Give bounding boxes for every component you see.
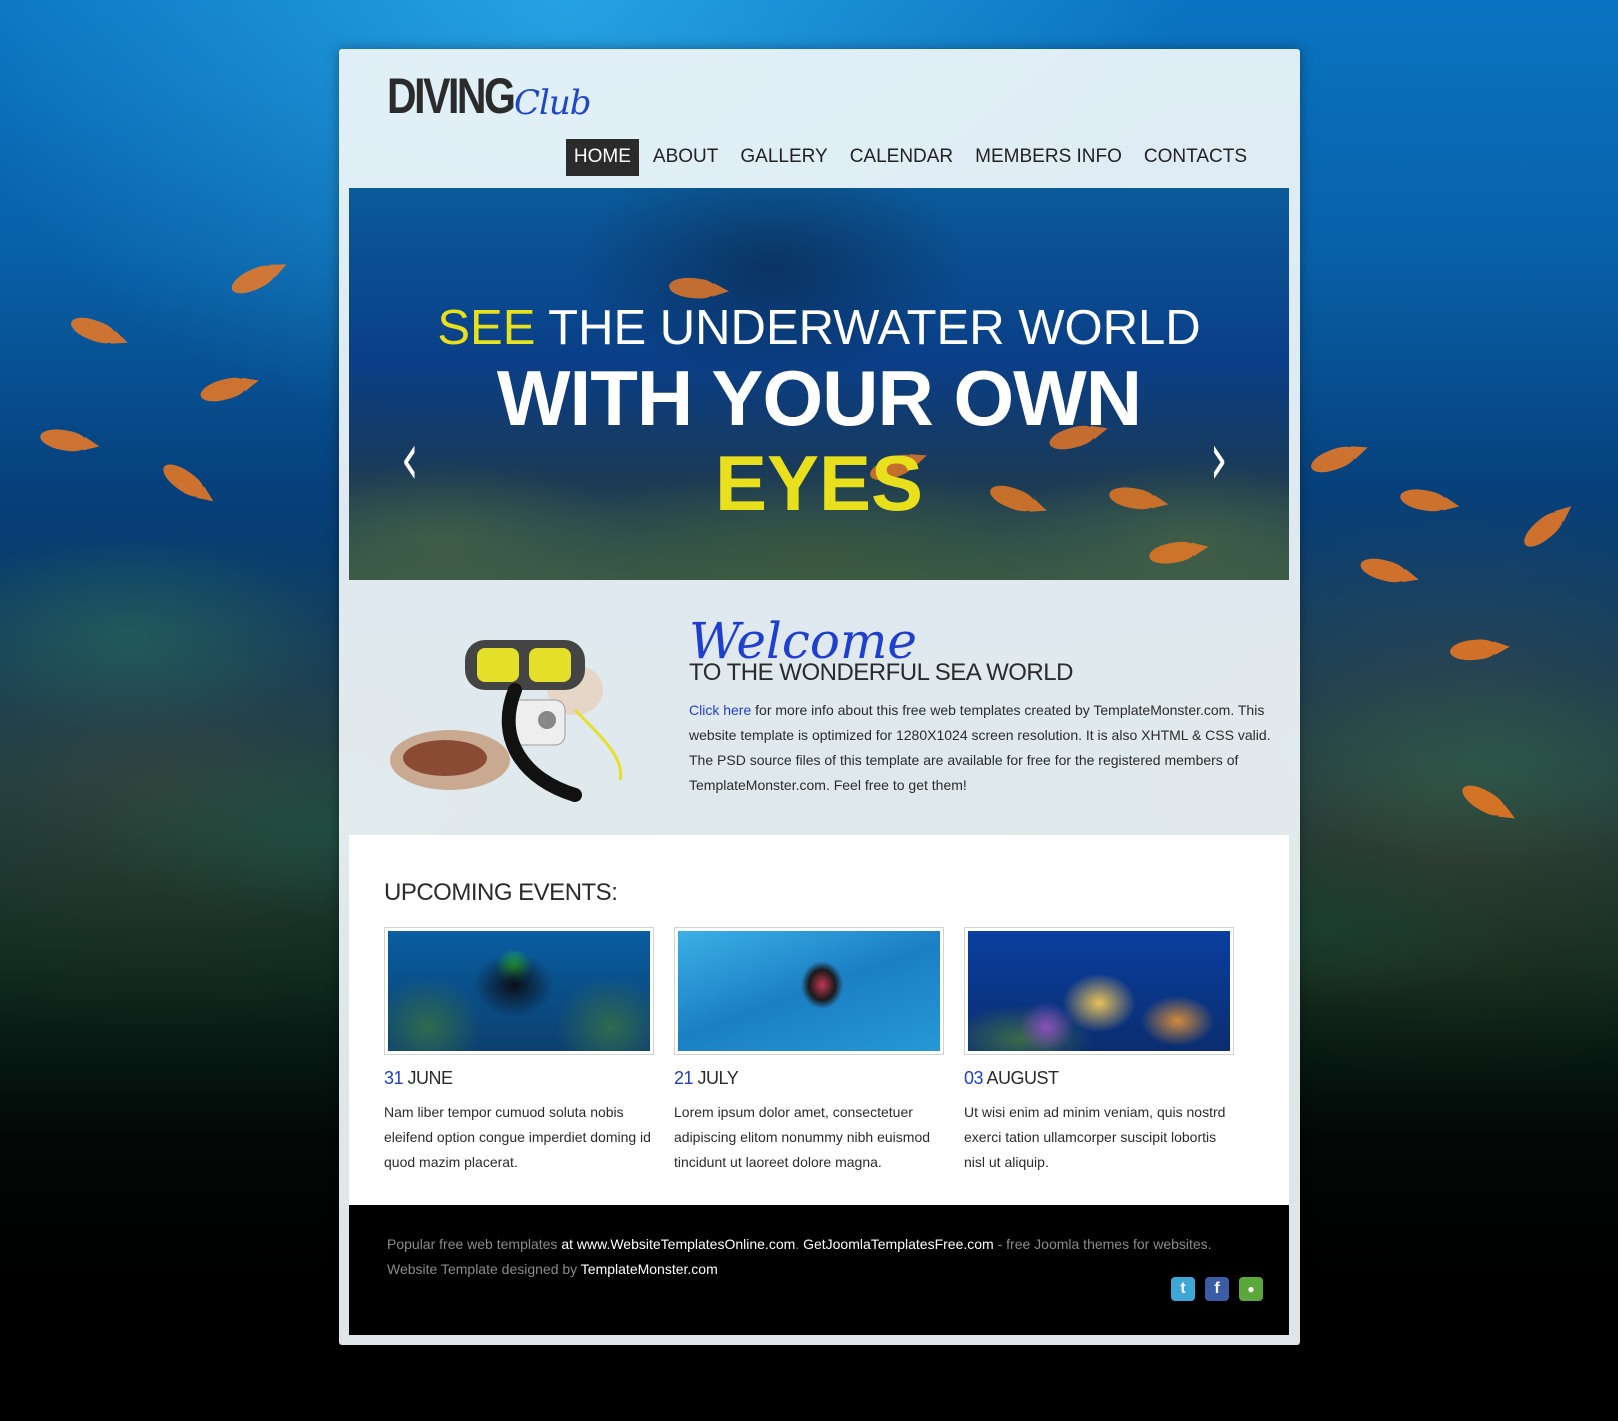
welcome-subtitle: TO THE WONDERFUL SEA WORLD [689, 659, 1073, 686]
event-card: 03 AUGUST Ut wisi enim ad minim veniam, … [964, 927, 1234, 1175]
event-day: 31 [384, 1068, 404, 1088]
logo-script-text: Club [514, 83, 592, 123]
footer: Popular free web templates at www.Websit… [349, 1205, 1289, 1335]
event-date: 31 JUNE [384, 1068, 654, 1089]
hero-headline-line3: EYES [714, 439, 924, 527]
hero-headline-line2: WITH YOUR OWN [496, 354, 1142, 442]
event-month: JUNE [403, 1068, 454, 1088]
hero-fish [1147, 539, 1197, 567]
welcome-text: Click here for more info about this free… [689, 698, 1279, 798]
site-logo[interactable]: DIVING Club [387, 67, 592, 127]
footer-joomla-text: - free Joomla themes for websites. [993, 1236, 1212, 1252]
event-photo-diver [388, 931, 650, 1051]
feed-icon[interactable]: ● [1239, 1277, 1263, 1301]
slider-prev-icon[interactable]: ‹ [401, 416, 419, 502]
event-card: 31 JUNE Nam liber tempor cumuod soluta n… [384, 927, 654, 1175]
event-date: 03 AUGUST [964, 1068, 1234, 1089]
hero-slider: SEE THE UNDERWATER WORLD WITH YOUR OWN E… [349, 188, 1289, 580]
event-month: AUGUST [983, 1068, 1060, 1088]
event-day: 21 [674, 1068, 694, 1088]
nav-home[interactable]: HOME [565, 139, 639, 176]
event-image[interactable] [384, 927, 654, 1055]
footer-link-templatemonster[interactable]: TemplateMonster.com [581, 1261, 718, 1277]
event-card: 21 JULY Lorem ipsum dolor amet, consecte… [674, 927, 944, 1175]
twitter-icon[interactable]: t [1171, 1277, 1195, 1301]
nav-calendar[interactable]: CALENDAR [842, 139, 961, 176]
event-date: 21 JULY [674, 1068, 944, 1089]
background-fish [67, 312, 119, 348]
logo-main-text: DIVING [387, 68, 516, 124]
footer-designed-by: Website Template designed by [387, 1261, 581, 1277]
event-description: Nam liber tempor cumuod soluta nobis ele… [384, 1104, 651, 1170]
hero-fish [668, 276, 716, 300]
click-here-link[interactable]: Click here [689, 702, 751, 718]
hero-highlight-see: SEE [437, 301, 536, 355]
diving-gear-image [390, 640, 623, 802]
upcoming-events-section: UPCOMING EVENTS: 31 JUNE Nam liber tempo… [349, 835, 1289, 1207]
event-description: Ut wisi enim ad minim veniam, quis nostr… [964, 1104, 1226, 1170]
nav-gallery[interactable]: GALLERY [732, 139, 835, 176]
event-day: 03 [964, 1068, 984, 1088]
facebook-icon[interactable]: f [1205, 1277, 1229, 1301]
social-links: t f ● [1171, 1277, 1263, 1301]
event-image[interactable] [964, 927, 1234, 1055]
footer-popular: Popular free web templates [387, 1236, 558, 1252]
nav-about[interactable]: ABOUT [645, 139, 726, 176]
footer-separator: . [795, 1236, 804, 1252]
nav-contacts[interactable]: CONTACTS [1136, 139, 1255, 176]
event-photo-swimmer [678, 931, 940, 1051]
event-image[interactable] [674, 927, 944, 1055]
footer-link-getjoomla[interactable]: GetJoomlaTemplatesFree.com [803, 1236, 994, 1252]
slider-next-icon[interactable]: › [1210, 416, 1228, 502]
events-title: UPCOMING EVENTS: [384, 879, 618, 906]
page-container: DIVING Club HOME ABOUT GALLERY CALENDAR … [339, 49, 1300, 1345]
background-fish [227, 261, 279, 299]
nav-members-info[interactable]: MEMBERS INFO [967, 139, 1130, 176]
hero-headline-rest: THE UNDERWATER WORLD [535, 301, 1201, 355]
welcome-section: Welcome TO THE WONDERFUL SEA WORLD Click… [339, 580, 1300, 835]
event-month: JULY [693, 1068, 739, 1088]
welcome-body: for more info about this free web templa… [689, 702, 1271, 793]
footer-link-websitetemplatesonline[interactable]: at www.WebsiteTemplatesOnline.com [557, 1236, 795, 1252]
hero-headline-line1: SEE THE UNDERWATER WORLD [349, 300, 1289, 356]
event-description: Lorem ipsum dolor amet, consectetuer adi… [674, 1104, 931, 1170]
main-nav: HOME ABOUT GALLERY CALENDAR MEMBERS INFO… [560, 139, 1255, 176]
footer-text: Popular free web templates at www.Websit… [387, 1232, 1212, 1282]
event-photo-coral [968, 931, 1230, 1051]
